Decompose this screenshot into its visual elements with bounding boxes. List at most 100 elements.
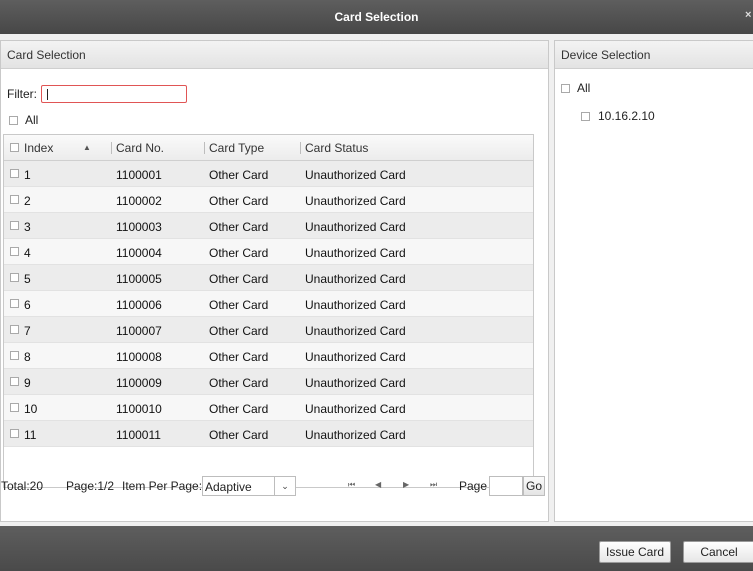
cell-card-no: 1100002 [116, 194, 162, 208]
select-all-devices-label: All [577, 81, 591, 95]
column-divider[interactable] [111, 142, 112, 154]
dialog-title: Card Selection [334, 10, 419, 24]
cell-card-type: Other Card [209, 272, 269, 286]
select-all-cards-checkbox[interactable] [9, 115, 18, 125]
device-checkbox[interactable] [581, 111, 590, 121]
page-label: Page [459, 479, 488, 493]
filter-row: Filter: [7, 85, 187, 103]
items-per-page-select[interactable]: Adaptive ⌄ [202, 476, 296, 496]
close-icon[interactable]: × [745, 9, 753, 25]
last-page-icon[interactable]: ⏭ [430, 480, 437, 490]
table-row[interactable]: 11 1100011 Other Card Unauthorized Card [4, 421, 533, 447]
issue-card-button[interactable]: Issue Card [599, 541, 671, 563]
previous-page-icon[interactable]: ◀ [375, 480, 381, 489]
table-row[interactable]: 7 1100007 Other Card Unauthorized Card [4, 317, 533, 343]
cell-card-status: Unauthorized Card [305, 428, 406, 442]
select-all-devices-row[interactable]: All [561, 81, 590, 95]
cell-card-status: Unauthorized Card [305, 350, 406, 364]
cell-index: 6 [24, 298, 31, 312]
select-all-cards-row[interactable]: All [9, 113, 38, 127]
row-checkbox[interactable] [10, 169, 19, 178]
first-page-icon[interactable]: ⏮ [348, 480, 355, 490]
cell-card-status: Unauthorized Card [305, 194, 406, 208]
cell-card-type: Other Card [209, 324, 269, 338]
table-row[interactable]: 6 1100006 Other Card Unauthorized Card [4, 291, 533, 317]
card-table: Index ▲ Card No. Card Type Card Status 1… [3, 134, 534, 488]
page-number-input[interactable] [489, 476, 523, 496]
pagination-bar: Total:20 Page:1/2 Item Per Page: Adaptiv… [0, 476, 548, 498]
select-all-devices-checkbox[interactable] [561, 83, 570, 93]
cell-card-status: Unauthorized Card [305, 168, 406, 182]
cell-index: 1 [24, 168, 31, 182]
total-count: Total:20 [1, 479, 44, 493]
cell-card-no: 1100007 [116, 324, 162, 338]
column-divider[interactable] [204, 142, 205, 154]
table-row[interactable]: 10 1100010 Other Card Unauthorized Card [4, 395, 533, 421]
cell-card-no: 1100006 [116, 298, 162, 312]
filter-label: Filter: [7, 87, 37, 101]
cell-index: 7 [24, 324, 31, 338]
row-checkbox[interactable] [10, 247, 19, 256]
card-selection-title: Card Selection [7, 47, 86, 62]
next-page-icon[interactable]: ▶ [403, 480, 409, 489]
cell-card-no: 1100011 [116, 428, 161, 442]
row-checkbox[interactable] [10, 351, 19, 360]
cell-index: 5 [24, 272, 31, 286]
cell-index: 4 [24, 246, 31, 260]
cell-card-type: Other Card [209, 350, 269, 364]
card-selection-panel: Card Selection Filter: All Index ▲ Card … [0, 40, 549, 522]
table-row[interactable]: 1 1100001 Other Card Unauthorized Card [4, 161, 533, 187]
cell-card-status: Unauthorized Card [305, 246, 406, 260]
cell-index: 2 [24, 194, 31, 208]
cell-card-type: Other Card [209, 402, 269, 416]
cell-card-status: Unauthorized Card [305, 298, 406, 312]
go-button[interactable]: Go [523, 476, 545, 496]
device-ip: 10.16.2.10 [598, 109, 655, 123]
dialog-title-bar: Card Selection × [0, 0, 753, 34]
table-row[interactable]: 2 1100002 Other Card Unauthorized Card [4, 187, 533, 213]
cell-card-type: Other Card [209, 220, 269, 234]
row-checkbox[interactable] [10, 429, 19, 438]
filter-input[interactable] [41, 85, 187, 103]
chevron-down-icon[interactable]: ⌄ [274, 477, 295, 495]
cell-card-type: Other Card [209, 194, 269, 208]
column-header-card-type[interactable]: Card Type [209, 141, 264, 155]
select-all-cards-label: All [25, 113, 39, 127]
cancel-button[interactable]: Cancel [683, 541, 753, 563]
table-row[interactable]: 8 1100008 Other Card Unauthorized Card [4, 343, 533, 369]
device-item[interactable]: 10.16.2.10 [581, 109, 655, 123]
text-caret [47, 89, 48, 100]
column-header-card-no[interactable]: Card No. [116, 141, 164, 155]
cell-card-type: Other Card [209, 168, 269, 182]
cell-card-no: 1100004 [116, 246, 162, 260]
table-row[interactable]: 5 1100005 Other Card Unauthorized Card [4, 265, 533, 291]
cell-card-status: Unauthorized Card [305, 402, 406, 416]
cell-card-status: Unauthorized Card [305, 376, 406, 390]
row-checkbox[interactable] [10, 221, 19, 230]
header-checkbox[interactable] [10, 143, 19, 152]
action-bar: Issue Card Cancel [0, 526, 753, 571]
cell-card-status: Unauthorized Card [305, 324, 406, 338]
row-checkbox[interactable] [10, 377, 19, 386]
cell-card-no: 1100008 [116, 350, 162, 364]
device-selection-panel: Device Selection All 10.16.2.10 [554, 40, 753, 522]
row-checkbox[interactable] [10, 403, 19, 412]
items-per-page-label: Item Per Page: [122, 479, 203, 493]
row-checkbox[interactable] [10, 299, 19, 308]
row-checkbox[interactable] [10, 325, 19, 334]
column-divider[interactable] [300, 142, 301, 154]
table-row[interactable]: 9 1100009 Other Card Unauthorized Card [4, 369, 533, 395]
table-row[interactable]: 3 1100003 Other Card Unauthorized Card [4, 213, 533, 239]
cell-card-type: Other Card [209, 246, 269, 260]
cell-index: 10 [24, 402, 38, 416]
cell-card-status: Unauthorized Card [305, 220, 406, 234]
cell-index: 8 [24, 350, 31, 364]
row-checkbox[interactable] [10, 195, 19, 204]
table-row[interactable]: 4 1100004 Other Card Unauthorized Card [4, 239, 533, 265]
column-header-card-status[interactable]: Card Status [305, 141, 368, 155]
column-header-index[interactable]: Index [24, 141, 53, 155]
cell-card-type: Other Card [209, 428, 269, 442]
row-checkbox[interactable] [10, 273, 19, 282]
cell-index: 9 [24, 376, 31, 390]
sort-ascending-icon[interactable]: ▲ [83, 143, 91, 152]
